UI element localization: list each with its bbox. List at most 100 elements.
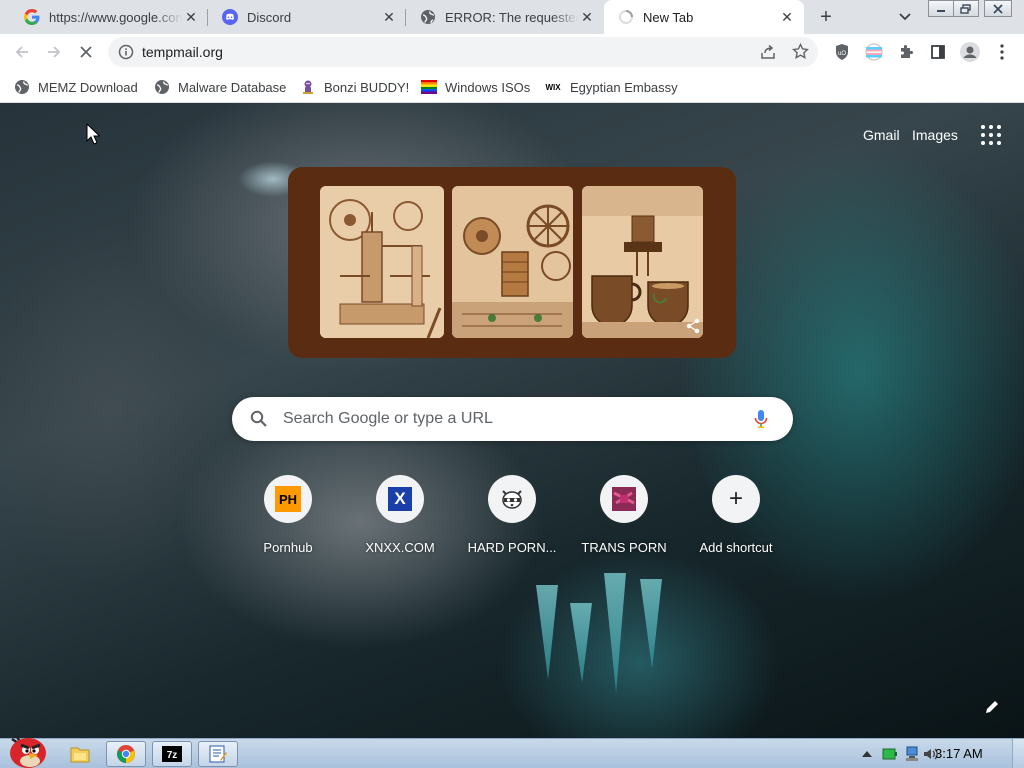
new-tab-button[interactable]: + [814,5,838,29]
tab-title: New Tab [643,9,694,25]
puzzle-icon [901,45,913,58]
shortcut-tile-xnxx[interactable]: X XNXX.COM [344,475,456,571]
shortcut-tile-trans[interactable]: TRANS PORN [568,475,680,571]
wix-icon: WIX [545,82,561,92]
search-box[interactable] [232,397,793,441]
back-button[interactable] [8,38,36,66]
browser-toolbar: tempmail.org uO [0,34,1024,70]
kebab-menu-icon [1000,44,1004,60]
tab-discord[interactable]: Discord ✕ [208,0,406,34]
bookmark-label: MEMZ Download [38,79,138,95]
new-tab-page: Gmail Images Search Google or type a URL… [0,103,1024,738]
svg-text:uO: uO [838,51,846,57]
profile-button[interactable] [956,38,984,66]
globe-icon [14,79,30,95]
bookmark-egyptian-embassy[interactable]: WIX Egyptian Embassy [544,77,677,97]
doodle-panel-espresso [582,186,703,338]
shortcut-tile-pornhub[interactable]: PH Pornhub [232,475,344,571]
chrome-icon [117,745,135,763]
discord-icon [222,9,238,25]
bookmark-label: Bonzi BUDDY! [324,79,410,95]
bookmark-label: Malware Database [178,79,287,95]
search-icon [250,410,268,431]
show-hidden-icons-button[interactable] [859,746,875,762]
pride-extension-button[interactable] [860,38,888,66]
address-bar[interactable]: tempmail.org [108,37,818,67]
bookmark-windows-isos[interactable]: Windows ISOs [421,77,530,97]
shortcut-label: XNXX.COM [365,540,435,555]
taskbar-clock[interactable]: 3:17 AM [935,746,983,761]
doodle-panel-gears [452,186,573,338]
bookmark-label: Windows ISOs [445,79,531,95]
background-fang [536,585,558,680]
google-apps-grid-icon[interactable] [978,123,1002,147]
google-doodle[interactable] [288,167,736,358]
loading-spinner-icon [618,9,634,25]
stop-loading-button[interactable] [72,38,100,66]
xnxx-logo-icon: X [388,487,412,511]
restore-button[interactable] [953,0,979,17]
bookmarks-bar: MEMZ Download Malware Database Bonzi BUD… [0,70,1024,103]
bookmark-memz-download[interactable]: MEMZ Download [14,77,138,97]
close-tab-icon[interactable]: ✕ [380,8,398,26]
taskbar-7zip-button[interactable]: 7z [152,741,192,767]
shortcut-icon: PH [264,475,312,523]
microphone-icon[interactable] [754,409,768,432]
globe-icon [420,9,436,25]
info-icon[interactable] [118,44,134,63]
search-input[interactable] [283,408,743,430]
background-fang [570,603,592,683]
taskbar-wordpad-button[interactable] [198,741,238,767]
windows-taskbar: 7z 3:17 AM [0,734,1024,768]
customize-chrome-button[interactable] [980,695,1004,719]
tab-search-button[interactable] [894,6,916,28]
close-window-button[interactable] [984,0,1012,17]
menu-button[interactable] [988,38,1016,66]
tab-new-tab[interactable]: New Tab ✕ [604,0,804,34]
minimize-button[interactable] [928,0,954,17]
show-desktop-button[interactable] [1012,739,1024,768]
tab-google[interactable]: https://www.google.com ✕ [10,0,208,34]
tab-error[interactable]: ERROR: The requested URL could not be re… [406,0,604,34]
share-icon[interactable] [685,318,701,334]
shortcut-label: Pornhub [263,540,313,555]
shortcut-icon: + [712,475,760,523]
site-thumbnail-icon [612,487,636,511]
ph-logo-icon: PH [275,486,301,512]
taskbar-chrome-button[interactable] [106,741,146,767]
bookmark-malware-database[interactable]: Malware Database [154,77,286,97]
shortcut-tile-hard[interactable]: HARD PORN... [456,475,568,571]
shortcut-icon [488,475,536,523]
add-shortcut-button[interactable]: + Add shortcut [680,475,792,571]
svg-text:7z: 7z [167,750,178,761]
chevron-up-icon [862,751,872,757]
tray-power-icon[interactable] [882,746,898,762]
tray-network-icon[interactable] [904,746,920,762]
extensions-button[interactable] [892,38,920,66]
plus-icon: + [728,485,743,512]
gmail-link[interactable]: Gmail [863,127,900,143]
ublock-extension-button[interactable]: uO [828,38,856,66]
pencil-icon [986,701,998,713]
bookmark-star-icon[interactable] [792,42,809,63]
start-button[interactable] [2,731,50,768]
tab-title: https://www.google.com [49,9,182,25]
forward-button[interactable] [40,38,68,66]
share-icon[interactable] [760,44,776,63]
bookmark-bonzi-buddy[interactable]: Bonzi BUDDY! [300,77,409,97]
images-link[interactable]: Images [912,127,958,143]
taskbar-explorer-button[interactable] [60,741,100,767]
avatar-icon [960,42,980,62]
close-tab-icon[interactable]: ✕ [778,8,796,26]
close-icon [80,46,92,58]
rainbow-flag-icon [421,79,437,95]
close-tab-icon[interactable]: ✕ [578,8,596,26]
mouse-cursor-icon [86,123,100,145]
shortcut-icon: X [376,475,424,523]
close-tab-icon[interactable]: ✕ [182,8,200,26]
raccoon-logo-icon [502,490,522,509]
back-arrow-icon [15,46,28,58]
side-panel-button[interactable] [924,38,952,66]
document-edit-icon [209,745,227,763]
ublock-shield-icon: uO [836,44,848,60]
